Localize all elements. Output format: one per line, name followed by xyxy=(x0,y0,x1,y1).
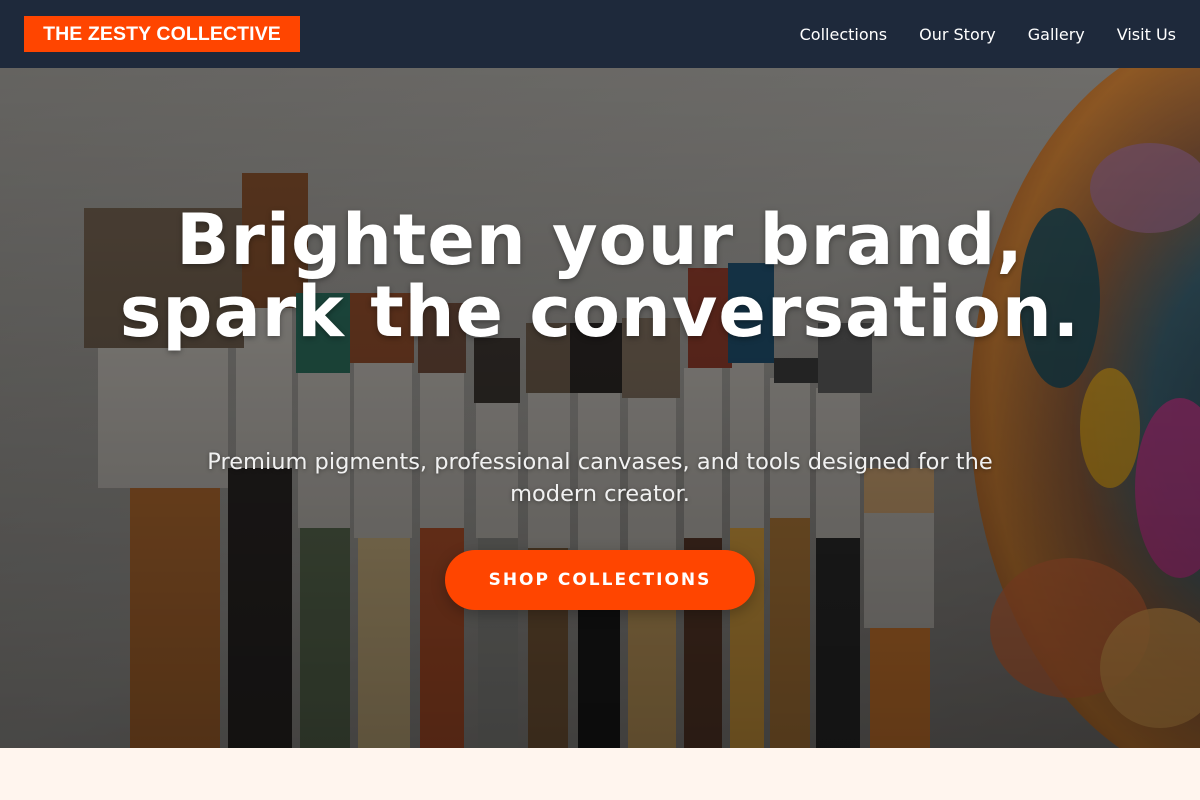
hero-headline: Brighten your brand, spark the conversat… xyxy=(119,199,1081,353)
nav-link-our-story[interactable]: Our Story xyxy=(919,25,996,44)
nav-link-visit-us[interactable]: Visit Us xyxy=(1117,25,1176,44)
hero-section: Brighten your brand, spark the conversat… xyxy=(0,68,1200,748)
nav-links: Collections Our Story Gallery Visit Us xyxy=(800,0,1176,68)
nav-link-gallery[interactable]: Gallery xyxy=(1028,25,1085,44)
brand-logo[interactable]: THE ZESTY COLLECTIVE xyxy=(24,16,300,52)
nav-link-collections[interactable]: Collections xyxy=(800,25,887,44)
below-fold-section xyxy=(0,748,1200,800)
hero-content: Brighten your brand, spark the conversat… xyxy=(0,68,1200,748)
hero-subheadline: Premium pigments, professional canvases,… xyxy=(207,449,993,507)
shop-collections-button[interactable]: SHOP COLLECTIONS xyxy=(445,550,755,610)
top-navigation-bar: THE ZESTY COLLECTIVE Collections Our Sto… xyxy=(0,0,1200,68)
